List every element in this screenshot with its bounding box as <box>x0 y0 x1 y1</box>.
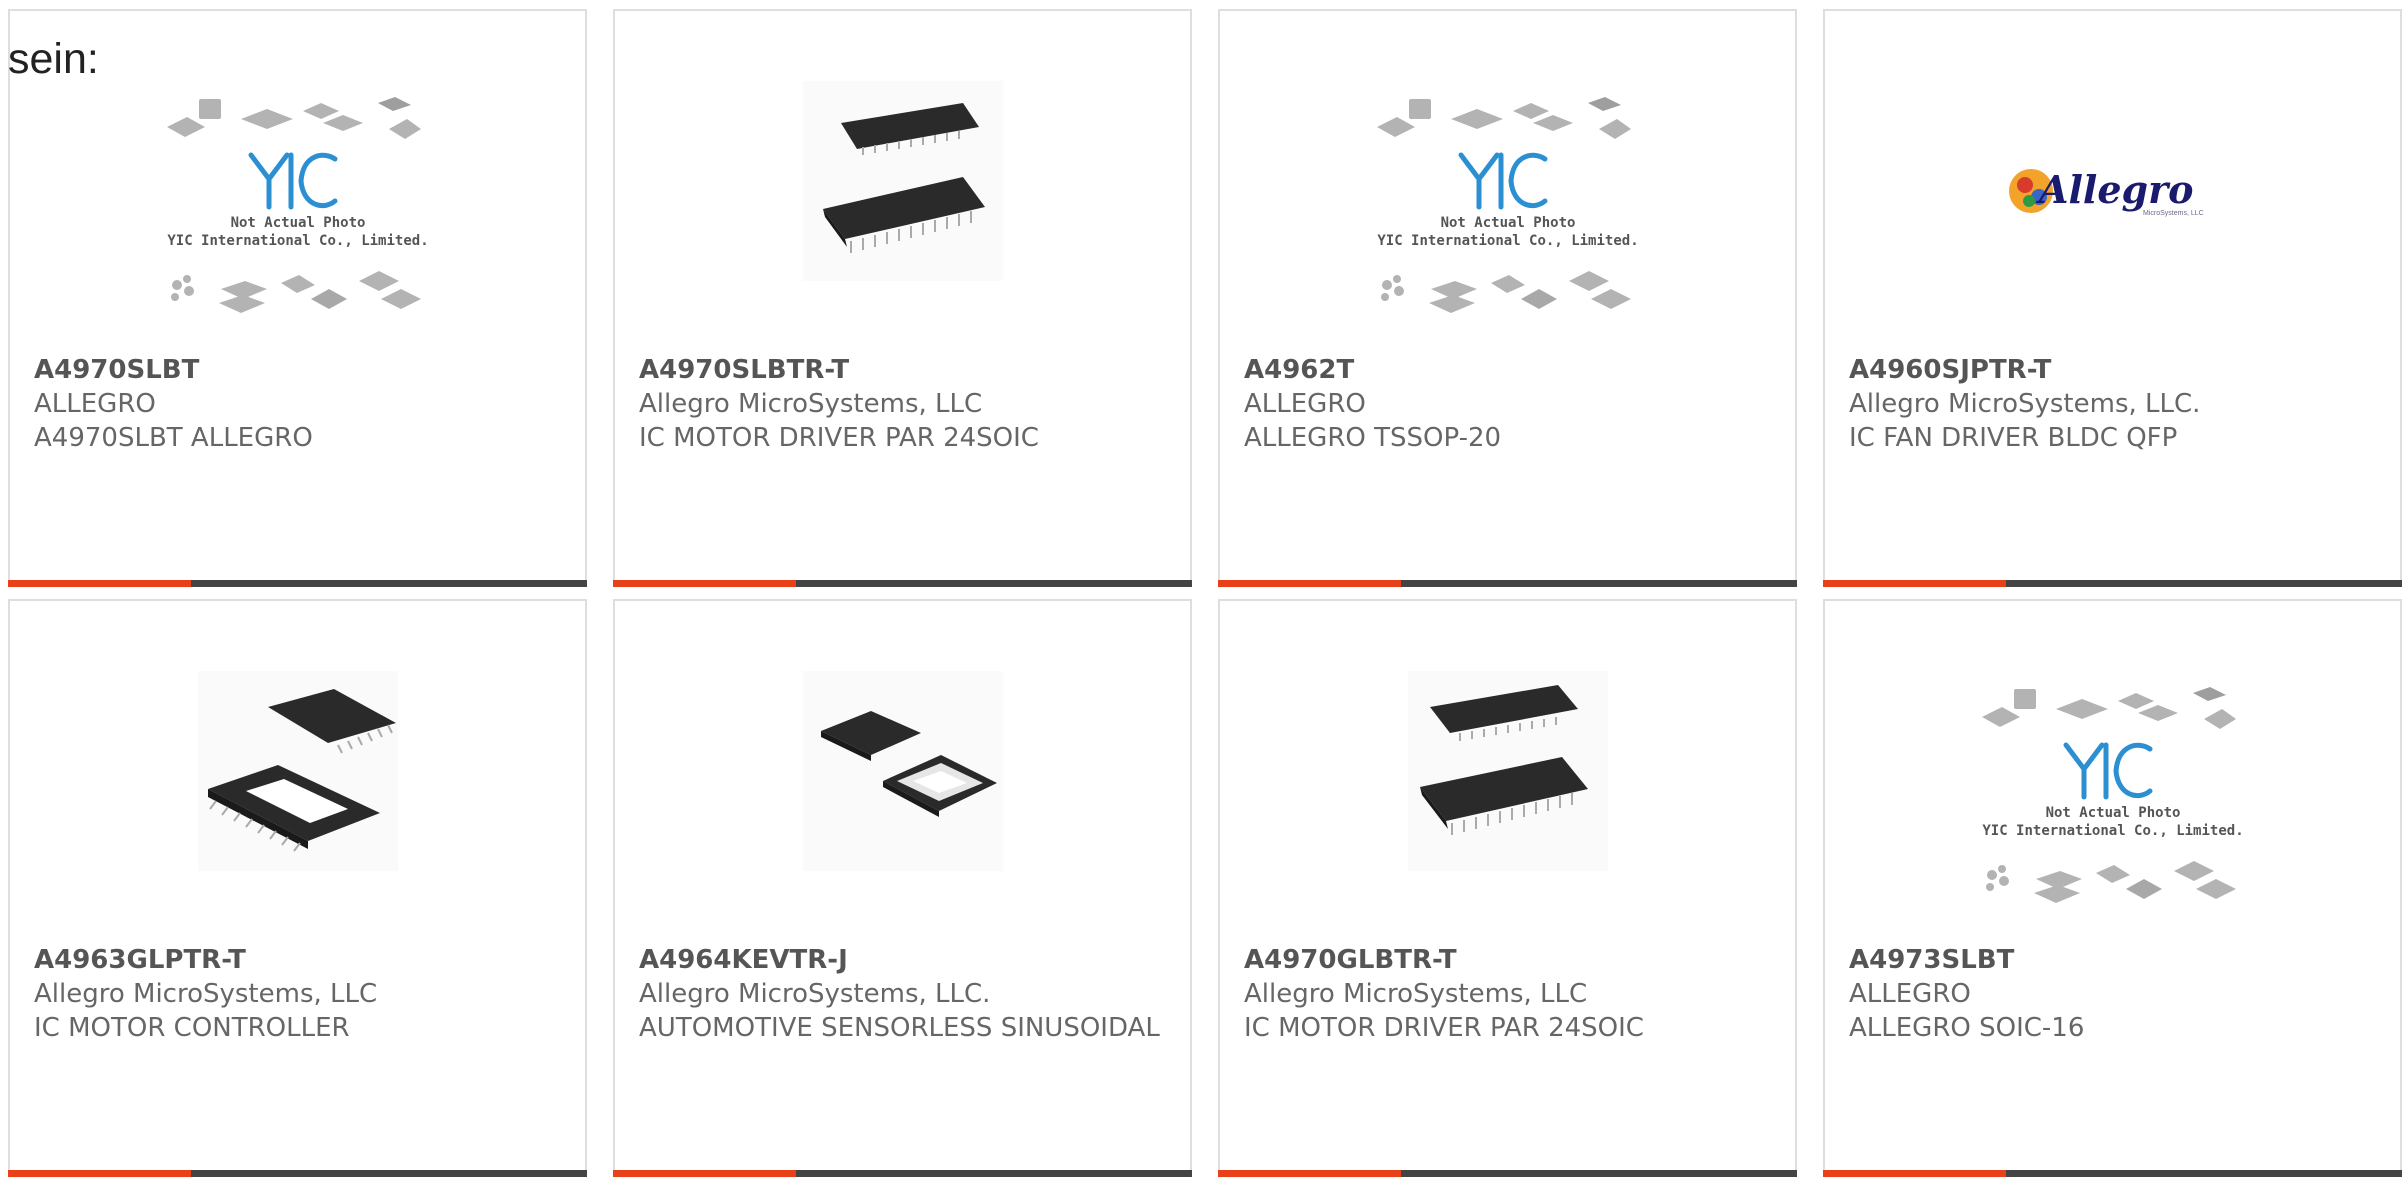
manufacturer: Allegro MicroSystems, LLC <box>34 979 378 1009</box>
product-card[interactable]: Allegro MicroSystems, LLC A4960SJPTR-T A… <box>1823 9 2402 587</box>
product-card[interactable]: A4963GLPTR-T Allegro MicroSystems, LLC I… <box>8 599 587 1177</box>
card-bar <box>1218 1170 1797 1177</box>
card-bar-accent <box>8 580 191 587</box>
placeholder-line2: YIC International Co., Limited. <box>167 233 428 249</box>
part-number[interactable]: A4970GLBTR-T <box>1244 943 1775 977</box>
description: IC FAN DRIVER BLDC QFP <box>1849 423 2178 453</box>
card-bar <box>1823 1170 2402 1177</box>
product-image[interactable] <box>1407 671 1608 871</box>
product-image[interactable]: Allegro MicroSystems, LLC <box>2003 111 2223 271</box>
part-number[interactable]: A4962T <box>1244 353 1775 387</box>
placeholder-line2: YIC International Co., Limited. <box>1377 233 1638 249</box>
part-number[interactable]: A4970SLBT <box>34 353 565 387</box>
product-card[interactable]: Not Actual Photo YIC International Co., … <box>1218 9 1797 587</box>
description: ALLEGRO TSSOP-20 <box>1244 423 1502 453</box>
product-card[interactable]: A4964KEVTR-J Allegro MicroSystems, LLC. … <box>613 599 1192 1177</box>
card-bar-accent <box>613 580 796 587</box>
manufacturer: ALLEGRO <box>1244 389 1366 419</box>
placeholder-line1: Not Actual Photo <box>230 215 365 231</box>
manufacturer: Allegro MicroSystems, LLC <box>639 389 983 419</box>
card-bar <box>613 1170 1192 1177</box>
placeholder-line1: Not Actual Photo <box>1440 215 1575 231</box>
card-bar-accent <box>1823 1170 2006 1177</box>
card-bar-accent <box>1218 1170 1401 1177</box>
description: IC MOTOR CONTROLLER <box>34 1013 350 1043</box>
card-bar-accent <box>613 1170 796 1177</box>
card-bar <box>8 1170 587 1177</box>
product-image[interactable]: Not Actual Photo YIC International Co., … <box>163 93 433 343</box>
card-bar-accent <box>1823 580 2006 587</box>
placeholder-line1: Not Actual Photo <box>2045 805 2180 821</box>
allegro-sub: MicroSystems, LLC <box>2143 210 2204 217</box>
product-image[interactable] <box>802 81 1003 281</box>
card-bar <box>1218 580 1797 587</box>
description: A4970SLBT ALLEGRO <box>34 423 313 453</box>
part-number[interactable]: A4960SJPTR-T <box>1849 353 2380 387</box>
card-bar-accent <box>8 1170 191 1177</box>
card-bar <box>1823 580 2402 587</box>
description: ALLEGRO SOIC-16 <box>1849 1013 2085 1043</box>
manufacturer: Allegro MicroSystems, LLC. <box>1849 389 2201 419</box>
product-card[interactable]: A4970SLBTR-T Allegro MicroSystems, LLC I… <box>613 9 1192 587</box>
card-bar <box>8 580 587 587</box>
description: IC MOTOR DRIVER PAR 24SOIC <box>639 423 1039 453</box>
product-image[interactable]: Not Actual Photo YIC International Co., … <box>1373 93 1643 343</box>
manufacturer: Allegro MicroSystems, LLC <box>1244 979 1588 1009</box>
product-image[interactable]: Not Actual Photo YIC International Co., … <box>1978 683 2248 933</box>
allegro-word: Allegro <box>2036 167 2193 212</box>
description: IC MOTOR DRIVER PAR 24SOIC <box>1244 1013 1644 1043</box>
part-number[interactable]: A4963GLPTR-T <box>34 943 565 977</box>
manufacturer: ALLEGRO <box>1849 979 1971 1009</box>
allegro-logo-icon: Allegro MicroSystems, LLC <box>2008 167 2204 217</box>
description: AUTOMOTIVE SENSORLESS SINUSOIDAL <box>639 1013 1160 1043</box>
product-card[interactable]: Not Actual Photo YIC International Co., … <box>1823 599 2402 1177</box>
intro-text: sein: <box>8 35 99 83</box>
product-image[interactable] <box>802 671 1003 871</box>
card-bar-accent <box>1218 580 1401 587</box>
manufacturer: Allegro MicroSystems, LLC. <box>639 979 991 1009</box>
product-card[interactable]: Not Actual Photo YIC International Co., … <box>8 9 587 587</box>
part-number[interactable]: A4970SLBTR-T <box>639 353 1170 387</box>
placeholder-line2: YIC International Co., Limited. <box>1982 823 2243 839</box>
product-grid: Not Actual Photo YIC International Co., … <box>8 9 2402 1177</box>
part-number[interactable]: A4964KEVTR-J <box>639 943 1170 977</box>
part-number[interactable]: A4973SLBT <box>1849 943 2380 977</box>
manufacturer: ALLEGRO <box>34 389 156 419</box>
product-image[interactable] <box>197 671 398 871</box>
product-card[interactable]: A4970GLBTR-T Allegro MicroSystems, LLC I… <box>1218 599 1797 1177</box>
card-bar <box>613 580 1192 587</box>
